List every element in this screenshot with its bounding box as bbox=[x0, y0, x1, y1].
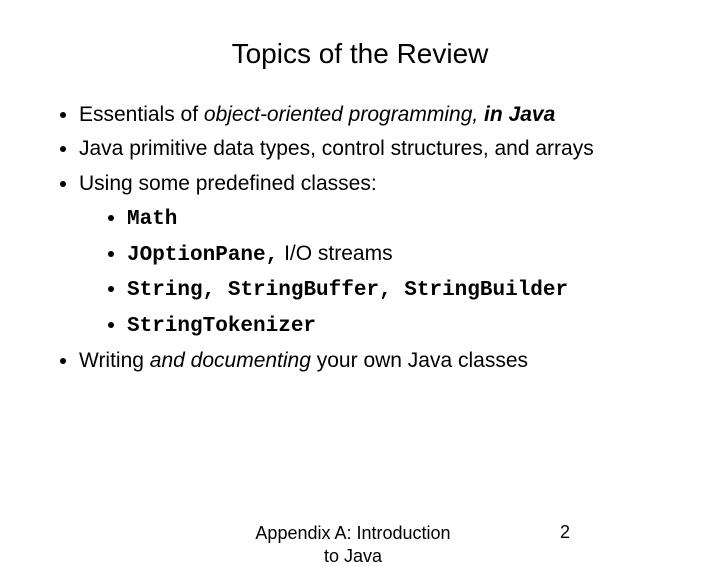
slide: Topics of the Review Essentials of objec… bbox=[0, 0, 720, 540]
code-text: , bbox=[203, 279, 228, 302]
text-italic: object-oriented programming, bbox=[204, 103, 484, 126]
list-item: StringTokenizer bbox=[127, 310, 680, 342]
slide-body: Essentials of object-oriented programmin… bbox=[0, 100, 720, 377]
code-text: Math bbox=[127, 208, 177, 231]
footer-text: Appendix A: Introduction to Java bbox=[248, 522, 458, 567]
text-plain: your own Java classes bbox=[311, 349, 528, 372]
code-text: StringBuffer, StringBuilder bbox=[228, 279, 568, 302]
list-item: Writing and documenting your own Java cl… bbox=[79, 346, 680, 376]
code-text: String bbox=[127, 279, 203, 302]
text-italic: and documenting bbox=[150, 349, 311, 372]
bullet-list: Essentials of object-oriented programmin… bbox=[55, 100, 680, 377]
slide-title: Topics of the Review bbox=[0, 0, 720, 100]
text-plain: Essentials of bbox=[79, 103, 204, 126]
list-item: String, StringBuffer, StringBuilder bbox=[127, 274, 680, 306]
list-item: Math bbox=[127, 203, 680, 235]
list-item: Essentials of object-oriented programmin… bbox=[79, 100, 680, 130]
text-plain: Using some predefined classes: bbox=[79, 172, 377, 195]
list-item: Using some predefined classes: Math JOpt… bbox=[79, 169, 680, 342]
code-text: StringTokenizer bbox=[127, 315, 316, 338]
list-item: Java primitive data types, control struc… bbox=[79, 134, 680, 164]
list-item: JOptionPane, I/O streams bbox=[127, 239, 680, 271]
text-plain: Writing bbox=[79, 349, 150, 372]
sub-list: Math JOptionPane, I/O streams String, St… bbox=[79, 203, 680, 342]
code-text: JOptionPane, bbox=[127, 244, 278, 267]
text-bold-italic: in Java bbox=[484, 103, 555, 126]
text-plain: I/O streams bbox=[278, 242, 392, 265]
